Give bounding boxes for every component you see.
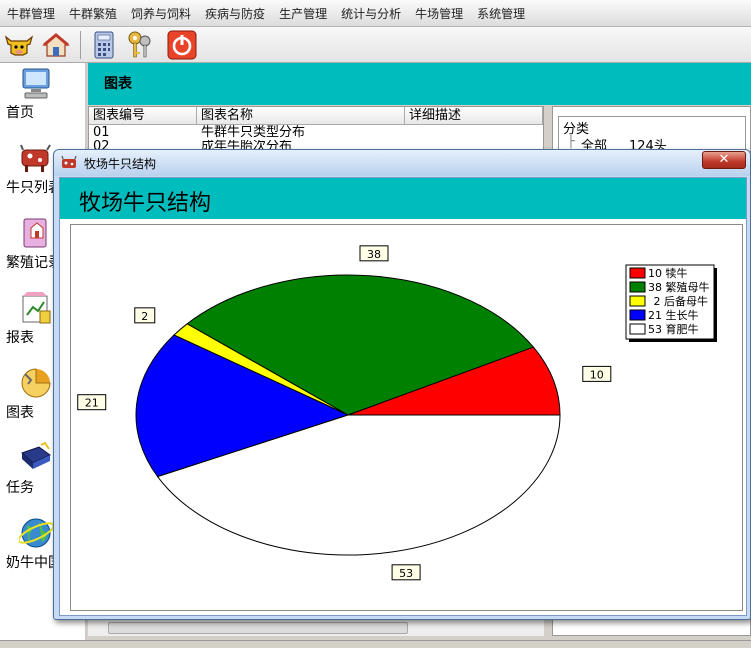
legend-entry: 38 繁殖母牛: [629, 280, 710, 294]
power-icon[interactable]: [166, 30, 198, 60]
legend-entry: 21 生长牛: [629, 308, 699, 322]
nav-label: 图表: [6, 405, 34, 421]
chart-header: 牧场牛只结构: [60, 178, 746, 219]
dialog-body: 牧场牛只结构 10 38 2 21 53 10 犊牛 38 繁殖母牛 2 后备母牛 21 生长…: [59, 177, 747, 616]
menu-bar: 牛群管理 牛群繁殖 饲养与饲料 疾病与防疫 生产管理 统计与分析 牛场管理 系统管理: [0, 0, 751, 27]
nav-label: 首页: [6, 105, 34, 121]
data-label-0: 10: [582, 365, 612, 382]
legend-entry: 2 后备母牛: [629, 294, 708, 308]
cow-icon[interactable]: [2, 30, 36, 60]
table-row[interactable]: 01 牛群牛只类型分布: [89, 126, 543, 141]
computer-icon: [19, 66, 53, 100]
svg-text:10 犊牛: 10 犊牛: [648, 266, 688, 280]
column-header-name[interactable]: 图表名称: [197, 107, 405, 125]
menu-item[interactable]: 饲养与饲料: [124, 5, 198, 22]
chart-icon: [19, 366, 53, 400]
chart-heading: 牧场牛只结构: [79, 191, 212, 216]
data-label-4: 53: [391, 564, 421, 581]
menu-item[interactable]: 疾病与防疫: [198, 5, 272, 22]
nav-label: 任务: [6, 480, 34, 496]
cow-icon: [19, 141, 53, 175]
menu-item[interactable]: 牛群繁殖: [62, 5, 124, 22]
row-name: 牛群牛只类型分布: [201, 125, 306, 140]
column-header-id[interactable]: 图表编号: [89, 107, 197, 125]
chart-dialog: 牧场牛只结构 ✕ 牧场牛只结构 10 38 2 21 53 10 犊牛 38 繁殖母牛 2 …: [53, 149, 751, 620]
book-icon: [19, 216, 53, 250]
row-id: 01: [93, 125, 110, 140]
dialog-title: 牧场牛只结构: [84, 157, 157, 171]
home-icon[interactable]: [40, 30, 72, 60]
keys-icon[interactable]: [124, 30, 156, 60]
page-header: 图表: [88, 63, 751, 105]
svg-text:21: 21: [85, 397, 99, 410]
svg-text:21 生长牛: 21 生长牛: [648, 308, 699, 322]
nav-label: 报表: [6, 330, 34, 346]
data-label-3: 21: [77, 394, 107, 411]
page-title: 图表: [104, 76, 132, 92]
svg-text:10: 10: [590, 368, 604, 381]
globe-icon: [17, 516, 55, 550]
status-bar: [0, 640, 751, 648]
nav-item[interactable]: 首页: [0, 66, 86, 138]
menu-item[interactable]: 生产管理: [272, 5, 334, 22]
svg-text:2 后备母牛: 2 后备母牛: [648, 294, 708, 308]
menu-item[interactable]: 牛场管理: [408, 5, 470, 22]
svg-text:2: 2: [141, 310, 148, 323]
legend-entry: 53 育肥牛: [629, 322, 699, 336]
dialog-titlebar[interactable]: 牧场牛只结构 ✕: [54, 150, 750, 176]
data-label-2: 2: [134, 307, 156, 324]
data-label-1: 38: [359, 245, 389, 262]
svg-text:38: 38: [367, 248, 381, 261]
menu-item[interactable]: 牛群管理: [0, 5, 62, 22]
pie-chart: 10 38 2 21 53 10 犊牛38 繁殖母牛 2 后备母牛21 生长牛53 育肥牛: [77, 245, 717, 581]
menu-item[interactable]: 统计与分析: [334, 5, 408, 22]
svg-text:53 育肥牛: 53 育肥牛: [648, 322, 699, 336]
chart-legend: 10 犊牛38 繁殖母牛 2 后备母牛21 生长牛53 育肥牛: [625, 264, 717, 342]
close-button[interactable]: ✕: [702, 151, 746, 169]
calculator-icon[interactable]: [88, 30, 120, 60]
horizontal-scrollbar[interactable]: [88, 619, 544, 636]
svg-text:38 繁殖母牛: 38 繁殖母牛: [648, 280, 710, 294]
cow-icon: [61, 155, 77, 171]
task-icon: [19, 441, 53, 475]
legend-entry: 10 犊牛: [629, 266, 688, 280]
toolbar: [0, 27, 751, 63]
menu-item[interactable]: 系统管理: [470, 5, 532, 22]
column-header-description[interactable]: 详细描述: [405, 107, 543, 125]
report-icon: [19, 291, 53, 325]
svg-text:53: 53: [399, 567, 413, 580]
chart-area: 10 38 2 21 53 10 犊牛 38 繁殖母牛 2 后备母牛 21 生长牛 53 育肥牛: [70, 224, 743, 611]
